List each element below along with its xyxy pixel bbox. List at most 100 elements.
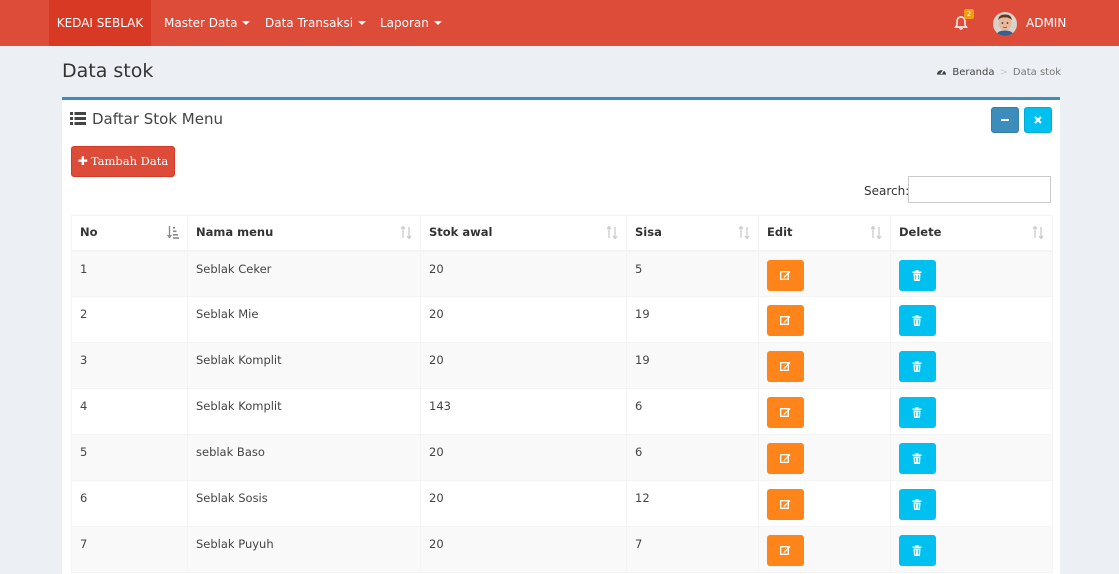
table-row: 3 Seblak Komplit 20 19 — [71, 342, 1053, 389]
breadcrumb-home[interactable]: Beranda — [952, 67, 994, 78]
delete-button[interactable] — [899, 489, 936, 520]
edit-button[interactable] — [767, 535, 804, 566]
edit-button[interactable] — [767, 489, 804, 520]
table-row: 5 seblak Baso 20 6 — [71, 434, 1053, 481]
cell-delete — [890, 434, 1053, 481]
cell-nama-menu: Seblak Puyuh — [187, 526, 421, 573]
column-header-no[interactable]: No — [71, 215, 188, 252]
cell-edit — [758, 388, 891, 435]
edit-icon — [780, 316, 791, 325]
edit-icon — [780, 362, 791, 371]
cell-edit — [758, 526, 891, 573]
notification-badge: 2 — [964, 9, 974, 19]
cell-sisa: 5 — [626, 250, 759, 297]
cell-edit — [758, 342, 891, 389]
caret-down-icon — [358, 21, 367, 25]
cell-no: 4 — [71, 388, 188, 435]
user-name[interactable]: ADMIN — [1026, 0, 1066, 46]
edit-icon — [780, 454, 791, 463]
cell-stok-awal: 20 — [420, 434, 627, 481]
sort-icon — [738, 226, 750, 239]
breadcrumb-separator: > — [999, 67, 1008, 78]
brand-logo[interactable]: KEDAI SEBLAK — [49, 0, 151, 46]
cell-nama-menu: Seblak Ceker — [187, 250, 421, 297]
cell-nama-menu: seblak Baso — [187, 434, 421, 481]
cell-stok-awal: 143 — [420, 388, 627, 435]
cell-sisa: 6 — [626, 434, 759, 481]
column-header-delete[interactable]: Delete — [890, 215, 1053, 252]
delete-button[interactable] — [899, 443, 936, 474]
column-header-label: Nama menu — [196, 225, 274, 239]
plus-icon: ✚ — [77, 154, 88, 168]
cell-no: 6 — [71, 480, 188, 527]
column-header-label: Stok awal — [429, 225, 493, 239]
column-header-nama-menu[interactable]: Nama menu — [187, 215, 421, 252]
dashboard-icon — [937, 69, 947, 75]
search-label: Search: — [864, 184, 910, 198]
edit-icon — [780, 408, 791, 417]
cell-delete — [890, 388, 1053, 435]
column-header-stok-awal[interactable]: Stok awal — [420, 215, 627, 252]
list-icon — [70, 112, 86, 125]
box-title-text: Daftar Stok Menu — [92, 110, 223, 128]
search-input[interactable] — [908, 176, 1051, 203]
delete-button[interactable] — [899, 535, 936, 566]
menu-master-data[interactable]: Master Data — [164, 0, 251, 46]
sort-icon — [870, 226, 882, 239]
edit-button[interactable] — [767, 305, 804, 336]
add-data-button[interactable]: ✚ Tambah Data — [71, 146, 175, 177]
breadcrumb-current: Data stok — [1012, 67, 1061, 78]
menu-laporan[interactable]: Laporan — [380, 0, 442, 46]
cell-no: 5 — [71, 434, 188, 481]
sort-amount-asc-icon — [167, 226, 179, 239]
delete-button[interactable] — [899, 397, 936, 428]
cell-edit — [758, 480, 891, 527]
table-row: 7 Seblak Puyuh 20 7 — [71, 526, 1053, 573]
cell-sisa: 12 — [626, 480, 759, 527]
cell-no: 2 — [71, 296, 188, 343]
stock-box: Daftar Stok Menu ✚ Tambah Data Search: No — [62, 97, 1060, 574]
edit-button[interactable] — [767, 443, 804, 474]
delete-button[interactable] — [899, 259, 936, 291]
column-header-label: No — [80, 225, 98, 239]
edit-icon — [780, 546, 791, 555]
column-header-label: Sisa — [635, 225, 662, 239]
cell-sisa: 7 — [626, 526, 759, 573]
trash-icon — [912, 315, 922, 326]
menu-data-transaksi[interactable]: Data Transaksi — [265, 0, 367, 46]
caret-down-icon — [242, 21, 251, 25]
minus-icon — [1001, 119, 1009, 121]
breadcrumb: Beranda > Data stok — [936, 66, 1061, 78]
column-header-sisa[interactable]: Sisa — [626, 215, 759, 252]
edit-button[interactable] — [767, 259, 804, 291]
trash-icon — [912, 453, 922, 464]
collapse-button[interactable] — [991, 107, 1019, 133]
cell-edit — [758, 434, 891, 481]
cell-edit — [758, 250, 891, 297]
remove-button[interactable] — [1024, 107, 1052, 133]
column-header-label: Edit — [767, 225, 793, 239]
delete-button[interactable] — [899, 305, 936, 336]
delete-button[interactable] — [899, 351, 936, 382]
cell-sisa: 19 — [626, 342, 759, 389]
cell-delete — [890, 526, 1053, 573]
box-title: Daftar Stok Menu — [70, 110, 223, 128]
table-row: 6 Seblak Sosis 20 12 — [71, 480, 1053, 527]
menu-laporan-label: Laporan — [380, 16, 429, 30]
edit-button[interactable] — [767, 351, 804, 382]
column-header-edit[interactable]: Edit — [758, 215, 891, 252]
close-icon — [1034, 116, 1042, 124]
edit-icon — [780, 270, 791, 280]
cell-stok-awal: 20 — [420, 296, 627, 343]
cell-no: 3 — [71, 342, 188, 389]
cell-nama-menu: Seblak Sosis — [187, 480, 421, 527]
sort-icon — [400, 226, 412, 239]
cell-delete — [890, 480, 1053, 527]
cell-nama-menu: Seblak Komplit — [187, 342, 421, 389]
avatar[interactable] — [993, 12, 1017, 36]
cell-delete — [890, 250, 1053, 297]
cell-delete — [890, 342, 1053, 389]
menu-data-transaksi-label: Data Transaksi — [265, 16, 354, 30]
table-row: 2 Seblak Mie 20 19 — [71, 296, 1053, 343]
edit-button[interactable] — [767, 397, 804, 428]
